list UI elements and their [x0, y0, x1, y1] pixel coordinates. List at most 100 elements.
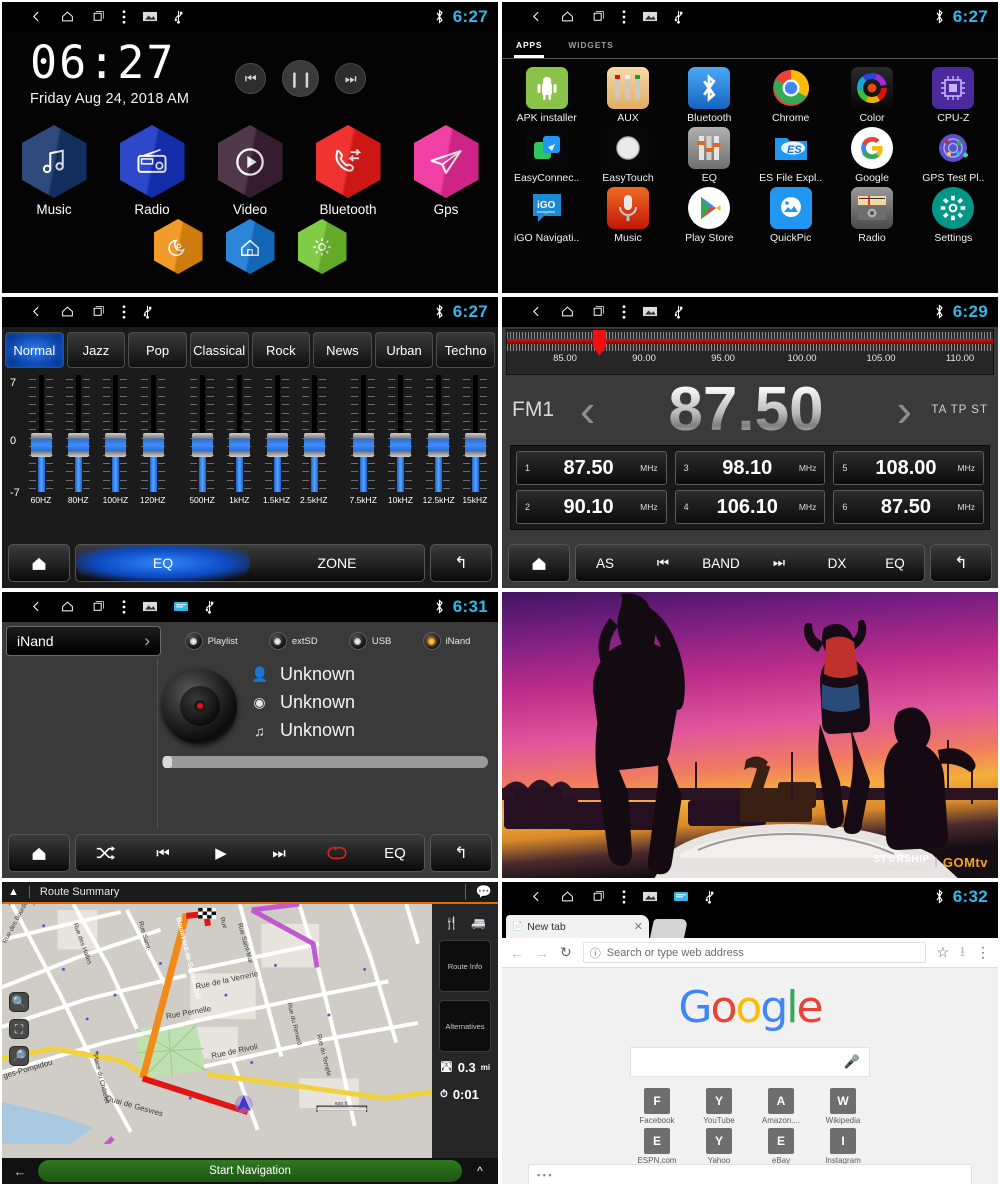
- next-station-button[interactable]: ⏭: [750, 545, 808, 581]
- recents-icon[interactable]: [592, 888, 605, 906]
- eq-band[interactable]: 10kHZ: [385, 375, 415, 505]
- ntp-tile[interactable]: EeBay: [750, 1128, 812, 1165]
- eq-band-track[interactable]: [350, 375, 376, 492]
- recents-icon[interactable]: [592, 8, 605, 26]
- new-tab-button[interactable]: [649, 919, 689, 938]
- radio-preset[interactable]: 1 87.50 MHz: [516, 451, 667, 485]
- eq-band-track[interactable]: [226, 375, 252, 492]
- radio-preset[interactable]: 4 106.10 MHz: [674, 490, 826, 524]
- menu-icon[interactable]: [122, 598, 126, 616]
- eq-band-knob[interactable]: [31, 433, 52, 457]
- ntp-tile[interactable]: Y Yahoo: [688, 1128, 750, 1165]
- usb-icon[interactable]: [674, 303, 683, 321]
- eq-band[interactable]: 1.5kHZ: [262, 375, 292, 505]
- tab-apps[interactable]: APPS: [514, 36, 545, 58]
- eq-band-track[interactable]: [140, 375, 166, 492]
- eq-band-track[interactable]: [301, 375, 327, 492]
- eq-button[interactable]: EQ: [866, 545, 924, 581]
- bookmark-star-icon[interactable]: ☆: [937, 944, 950, 961]
- video-frame[interactable]: ST☆RSHIP ENTERTAINMENT | GOMtv: [502, 592, 998, 878]
- eq-band[interactable]: 1kHZ: [224, 375, 254, 505]
- usb-icon[interactable]: [205, 598, 214, 616]
- omnibox[interactable]: ⓘ Search or type web address: [582, 942, 926, 963]
- recents-icon[interactable]: [92, 598, 105, 616]
- eq-band-track[interactable]: [102, 375, 128, 492]
- eq-band[interactable]: 120HZ: [138, 375, 168, 505]
- prev-icon[interactable]: ⏮: [134, 835, 192, 871]
- dock-item-settings[interactable]: [289, 219, 355, 274]
- nav-expand-button[interactable]: ^: [462, 1164, 498, 1178]
- recents-icon[interactable]: [592, 303, 605, 321]
- pause-button[interactable]: ❙❙: [282, 60, 320, 97]
- play-icon[interactable]: ▶: [192, 835, 250, 871]
- app-eq[interactable]: EQ: [669, 127, 750, 184]
- recents-icon[interactable]: [92, 303, 105, 321]
- home-tile-gps[interactable]: Gps: [413, 125, 479, 217]
- music-source[interactable]: iNand: [422, 632, 470, 650]
- home-icon[interactable]: [60, 598, 75, 616]
- home-icon[interactable]: [560, 8, 575, 26]
- eq-band[interactable]: 12.5kHZ: [423, 375, 455, 505]
- home-icon[interactable]: [560, 303, 575, 321]
- app-easytouch[interactable]: EasyTouch: [587, 127, 668, 184]
- menu-icon[interactable]: [122, 303, 126, 321]
- radio-preset[interactable]: 2 90.10 MHz: [516, 490, 667, 524]
- next-icon[interactable]: ⏭: [250, 835, 308, 871]
- ntp-tile[interactable]: F Facebook: [626, 1088, 688, 1125]
- eq-band-knob[interactable]: [464, 433, 486, 457]
- dock-item-night[interactable]: [145, 219, 211, 274]
- nav-back-button[interactable]: ←: [2, 1164, 38, 1179]
- app-google[interactable]: Google: [831, 127, 912, 184]
- zoom-in-icon[interactable]: 🔍: [9, 992, 29, 1012]
- eq-band[interactable]: 80HZ: [63, 375, 93, 505]
- route-info-button[interactable]: Route Info: [439, 940, 491, 992]
- usb-icon[interactable]: [705, 888, 714, 906]
- overflow-menu-icon[interactable]: ⋮: [976, 944, 990, 961]
- eq-band-track[interactable]: [28, 375, 54, 492]
- dx-button[interactable]: DX: [808, 545, 866, 581]
- ntp-tile[interactable]: Y YouTube: [688, 1088, 750, 1125]
- eq-band-knob[interactable]: [353, 433, 375, 457]
- home-button[interactable]: [508, 544, 570, 582]
- radio-preset[interactable]: 5 108.00 MHz: [833, 451, 984, 485]
- ntp-tile[interactable]: A Amazon....: [750, 1088, 812, 1125]
- eq-preset-jazz[interactable]: Jazz: [66, 332, 126, 368]
- menu-icon[interactable]: [622, 888, 626, 906]
- eq-band[interactable]: 2.5kHZ: [299, 375, 329, 505]
- seek-handle[interactable]: [163, 756, 172, 768]
- shuffle-icon[interactable]: [76, 835, 134, 871]
- home-button[interactable]: [8, 834, 70, 872]
- microphone-icon[interactable]: 🎤: [844, 1054, 860, 1070]
- as-button[interactable]: AS: [576, 545, 634, 581]
- eq-band-track[interactable]: [462, 375, 488, 492]
- app-quickpic[interactable]: QuickPic: [750, 187, 831, 244]
- eq-band-knob[interactable]: [229, 433, 251, 457]
- home-icon[interactable]: [60, 8, 75, 26]
- band-button[interactable]: BAND: [692, 545, 750, 581]
- home-tile-bluetooth[interactable]: Bluetooth: [315, 125, 381, 217]
- next-track-button[interactable]: ⏭: [335, 63, 367, 94]
- back-icon[interactable]: [30, 8, 43, 26]
- back-icon[interactable]: [30, 598, 43, 616]
- eq-band-knob[interactable]: [142, 433, 164, 457]
- freq-down-button[interactable]: ‹: [574, 387, 601, 433]
- home-tile-radio[interactable]: Radio: [119, 125, 185, 217]
- eq-band[interactable]: 500HZ: [187, 375, 217, 505]
- eq-band-track[interactable]: [189, 375, 215, 492]
- usb-icon[interactable]: [143, 303, 152, 321]
- eq-preset-rock[interactable]: Rock: [251, 332, 311, 368]
- tab-widgets[interactable]: WIDGETS: [566, 36, 615, 58]
- eq-band[interactable]: 15kHZ: [460, 375, 490, 505]
- back-icon[interactable]: [530, 8, 543, 26]
- eq-button[interactable]: EQ: [366, 835, 424, 871]
- eq-band-knob[interactable]: [192, 433, 214, 457]
- eq-band-knob[interactable]: [390, 433, 412, 457]
- home-icon[interactable]: [60, 303, 75, 321]
- browser-tab[interactable]: 📄 New tab ✕: [506, 915, 649, 938]
- app-radio[interactable]: Radio: [831, 187, 912, 244]
- poi-restaurant-icon[interactable]: 🍴: [444, 916, 459, 930]
- music-source[interactable]: USB: [348, 632, 391, 650]
- menu-icon[interactable]: [122, 8, 126, 26]
- speech-bubble-icon[interactable]: 💬: [464, 884, 492, 900]
- home-button[interactable]: [8, 544, 70, 582]
